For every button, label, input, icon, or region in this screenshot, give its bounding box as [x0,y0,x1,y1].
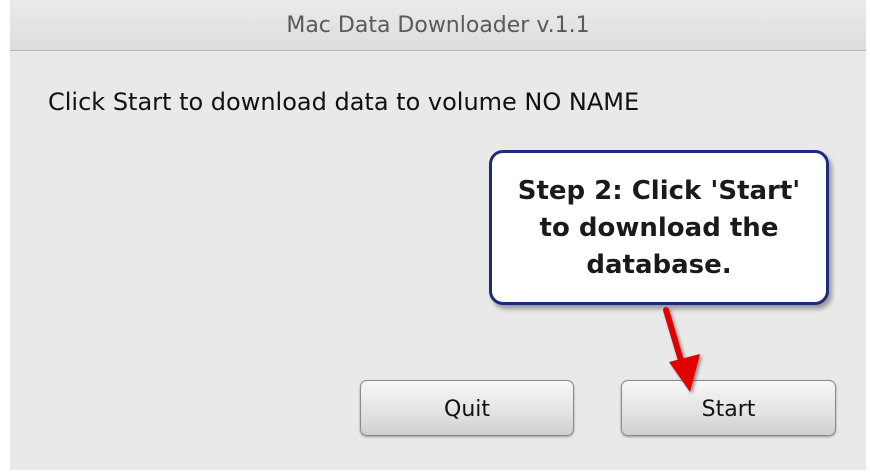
instruction-message: Click Start to download data to volume N… [48,88,640,116]
app-window: Mac Data Downloader v.1.1 Click Start to… [10,0,866,470]
callout-line-1: Step 2: Click 'Start' [517,176,801,206]
window-title: Mac Data Downloader v.1.1 [286,13,590,38]
title-bar[interactable]: Mac Data Downloader v.1.1 [10,0,866,51]
callout-line-2: to download the [539,213,779,243]
quit-button[interactable]: Quit [360,380,574,436]
start-button[interactable]: Start [621,380,836,436]
step-callout: Step 2: Click 'Start' to download the da… [489,150,829,305]
callout-line-3: database. [586,250,732,280]
